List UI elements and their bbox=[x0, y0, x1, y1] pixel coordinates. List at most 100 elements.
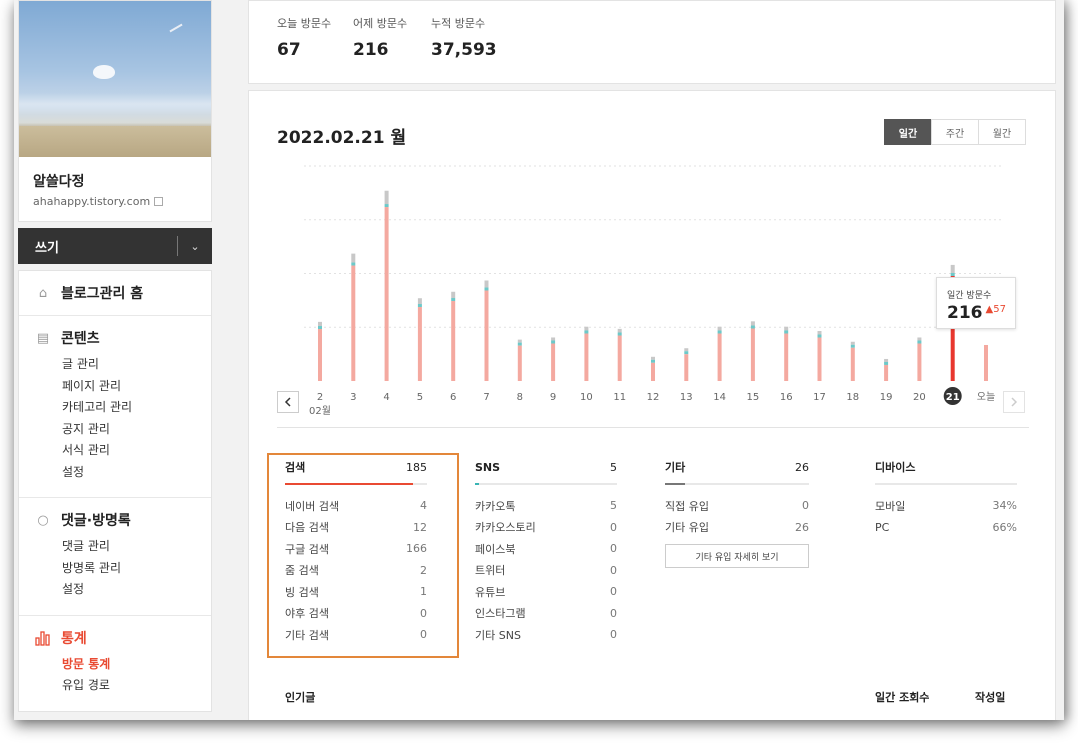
blog-name[interactable]: 알쓸다정 bbox=[19, 157, 211, 191]
menu-stats-head[interactable]: 통계 bbox=[35, 628, 211, 648]
ref-row-value: 0 bbox=[610, 520, 617, 534]
write-button[interactable]: 쓰기 bbox=[18, 237, 177, 256]
chevron-down-icon[interactable]: ⌄ bbox=[178, 240, 212, 253]
ref-row-device: PC 66% bbox=[875, 517, 1017, 539]
yesterday-visits: 어제 방문수 216 bbox=[353, 17, 408, 60]
menu-comments-head[interactable]: ○ 댓글·방명록 bbox=[35, 510, 211, 530]
etc-detail-button[interactable]: 기타 유입 자세히 보기 bbox=[665, 544, 809, 568]
tab-weekly[interactable]: 주간 bbox=[931, 119, 979, 145]
menu-item-categories[interactable]: 카테고리 관리 bbox=[62, 397, 211, 419]
popular-title: 인기글 bbox=[285, 691, 316, 704]
x-tick-label: 6 bbox=[450, 392, 456, 403]
bar-cap bbox=[484, 287, 489, 291]
bar bbox=[484, 290, 489, 381]
ref-row-label: 기타 SNS bbox=[475, 628, 521, 642]
ref-row-value: 0 bbox=[610, 585, 617, 599]
x-tick-label: 오늘 bbox=[977, 391, 995, 403]
bar-cap bbox=[551, 340, 556, 344]
x-tick-label: 16 bbox=[780, 392, 793, 403]
ref-row-value: 0 bbox=[610, 606, 617, 620]
bar-cap bbox=[351, 262, 356, 266]
menu-item-posts[interactable]: 글 관리 bbox=[62, 354, 211, 376]
ref-row-search: 구글 검색 166 bbox=[285, 538, 427, 560]
bar-cap bbox=[351, 253, 356, 263]
menu-item-referrers[interactable]: 유입 경로 bbox=[62, 675, 211, 697]
ref-row-value: 0 bbox=[610, 628, 617, 642]
bar-cap bbox=[750, 321, 755, 326]
ref-row-label: 직접 유입 bbox=[665, 499, 709, 513]
bar bbox=[984, 344, 988, 381]
bar bbox=[651, 362, 655, 381]
bar-cap bbox=[651, 356, 655, 360]
blog-cover-image[interactable] bbox=[19, 1, 211, 157]
ref-col-search: 검색 185 네이버 검색 4 다음 검색 12 구글 검색 166 줌 검색 2 빙 검색 1 야후… bbox=[285, 457, 427, 646]
ref-row-sns: 카카오톡 5 bbox=[475, 495, 617, 517]
x-tick-label: 3 bbox=[350, 392, 356, 403]
bar-cap bbox=[451, 298, 456, 302]
period-tabs: 일간 주간 월간 bbox=[884, 119, 1026, 145]
ref-row-value: 12 bbox=[413, 520, 427, 534]
ref-row-value: 26 bbox=[795, 520, 809, 534]
bar-cap bbox=[517, 339, 522, 343]
menu-item-comments-settings[interactable]: 설정 bbox=[62, 579, 211, 601]
document-icon: ▤ bbox=[36, 330, 50, 346]
x-tick-label: 9 bbox=[550, 392, 556, 403]
menu-item-comments[interactable]: 댓글 관리 bbox=[62, 536, 211, 558]
menu-item-templates[interactable]: 서식 관리 bbox=[62, 440, 211, 462]
ref-row-sns: 기타 SNS 0 bbox=[475, 624, 617, 646]
menu-item-notices[interactable]: 공지 관리 bbox=[62, 419, 211, 441]
tab-daily[interactable]: 일간 bbox=[884, 119, 932, 145]
ref-col-sns: SNS 5 카카오톡 5 카카오스토리 0 페이스북 0 트위터 0 유튜브 0 인스타그램 0 기타 S… bbox=[475, 457, 617, 646]
x-tick-label: 10 bbox=[580, 392, 593, 403]
x-tick-label: 7 bbox=[483, 392, 489, 403]
ref-row-label: 다음 검색 bbox=[285, 521, 329, 535]
bar bbox=[750, 328, 755, 381]
x-tick-label: 20 bbox=[913, 392, 926, 403]
bar-cap bbox=[717, 326, 722, 331]
blog-url-text[interactable]: ahahappy.tistory.com bbox=[33, 195, 150, 208]
ref-row-search: 빙 검색 1 bbox=[285, 581, 427, 603]
today-visits: 오늘 방문수 67 bbox=[277, 17, 332, 60]
bar bbox=[917, 343, 922, 381]
menu-item-pages[interactable]: 페이지 관리 bbox=[62, 376, 211, 398]
bar-cap bbox=[917, 340, 922, 344]
menu-section-comments: ○ 댓글·방명록 댓글 관리 방명록 관리 설정 bbox=[19, 498, 211, 616]
bar-cap bbox=[784, 326, 789, 331]
ref-row-label: 야후 검색 bbox=[285, 607, 329, 621]
menu-home[interactable]: ⌂ 블로그관리 홈 bbox=[19, 271, 211, 316]
ref-row-search: 기타 검색 0 bbox=[285, 624, 427, 646]
bar bbox=[684, 354, 689, 381]
ref-row-value: 166 bbox=[406, 542, 427, 556]
ref-row-label: 페이스북 bbox=[475, 542, 516, 556]
tab-monthly[interactable]: 월간 bbox=[978, 119, 1026, 145]
next-period-button[interactable] bbox=[1003, 391, 1025, 413]
ref-row-search: 야후 검색 0 bbox=[285, 603, 427, 625]
main-content: 오늘 방문수 67 어제 방문수 216 누적 방문수 37,593 2022.… bbox=[248, 0, 1056, 720]
bar-cap bbox=[384, 190, 389, 205]
menu-item-visit-stats[interactable]: 방문 통계 bbox=[62, 654, 211, 676]
bar bbox=[384, 207, 389, 381]
ref-row-value: 0 bbox=[420, 628, 427, 642]
blog-profile-card: 알쓸다정 ahahappy.tistory.com bbox=[18, 0, 212, 222]
bar-cap bbox=[584, 330, 589, 334]
blog-url-link[interactable]: ahahappy.tistory.com bbox=[19, 191, 211, 208]
home-icon: ⌂ bbox=[38, 285, 48, 301]
bar bbox=[784, 333, 789, 381]
external-link-icon[interactable] bbox=[154, 197, 164, 206]
admin-menu: ⌂ 블로그관리 홈 ▤ 콘텐츠 글 관리 페이지 관리 카테고리 관리 공지 관… bbox=[18, 270, 212, 712]
menu-item-guestbook[interactable]: 방명록 관리 bbox=[62, 558, 211, 580]
bar bbox=[351, 265, 356, 381]
ref-row-label: 인스타그램 bbox=[475, 607, 526, 621]
menu-contents-head[interactable]: ▤ 콘텐츠 bbox=[35, 328, 211, 348]
menu-item-contents-settings[interactable]: 설정 bbox=[62, 462, 211, 484]
ref-row-etc: 기타 유입 26 bbox=[665, 517, 809, 539]
ref-row-value: 0 bbox=[610, 542, 617, 556]
bar-cap bbox=[651, 359, 655, 363]
ref-row-label: 카카오스토리 bbox=[475, 521, 536, 535]
ref-row-label: 줌 검색 bbox=[285, 564, 319, 578]
x-tick-label: 17 bbox=[813, 392, 826, 403]
ref-row-sns: 카카오스토리 0 bbox=[475, 517, 617, 539]
x-tick-label: 13 bbox=[680, 392, 693, 403]
prev-period-button[interactable] bbox=[277, 391, 299, 413]
bar-cap bbox=[384, 204, 389, 208]
